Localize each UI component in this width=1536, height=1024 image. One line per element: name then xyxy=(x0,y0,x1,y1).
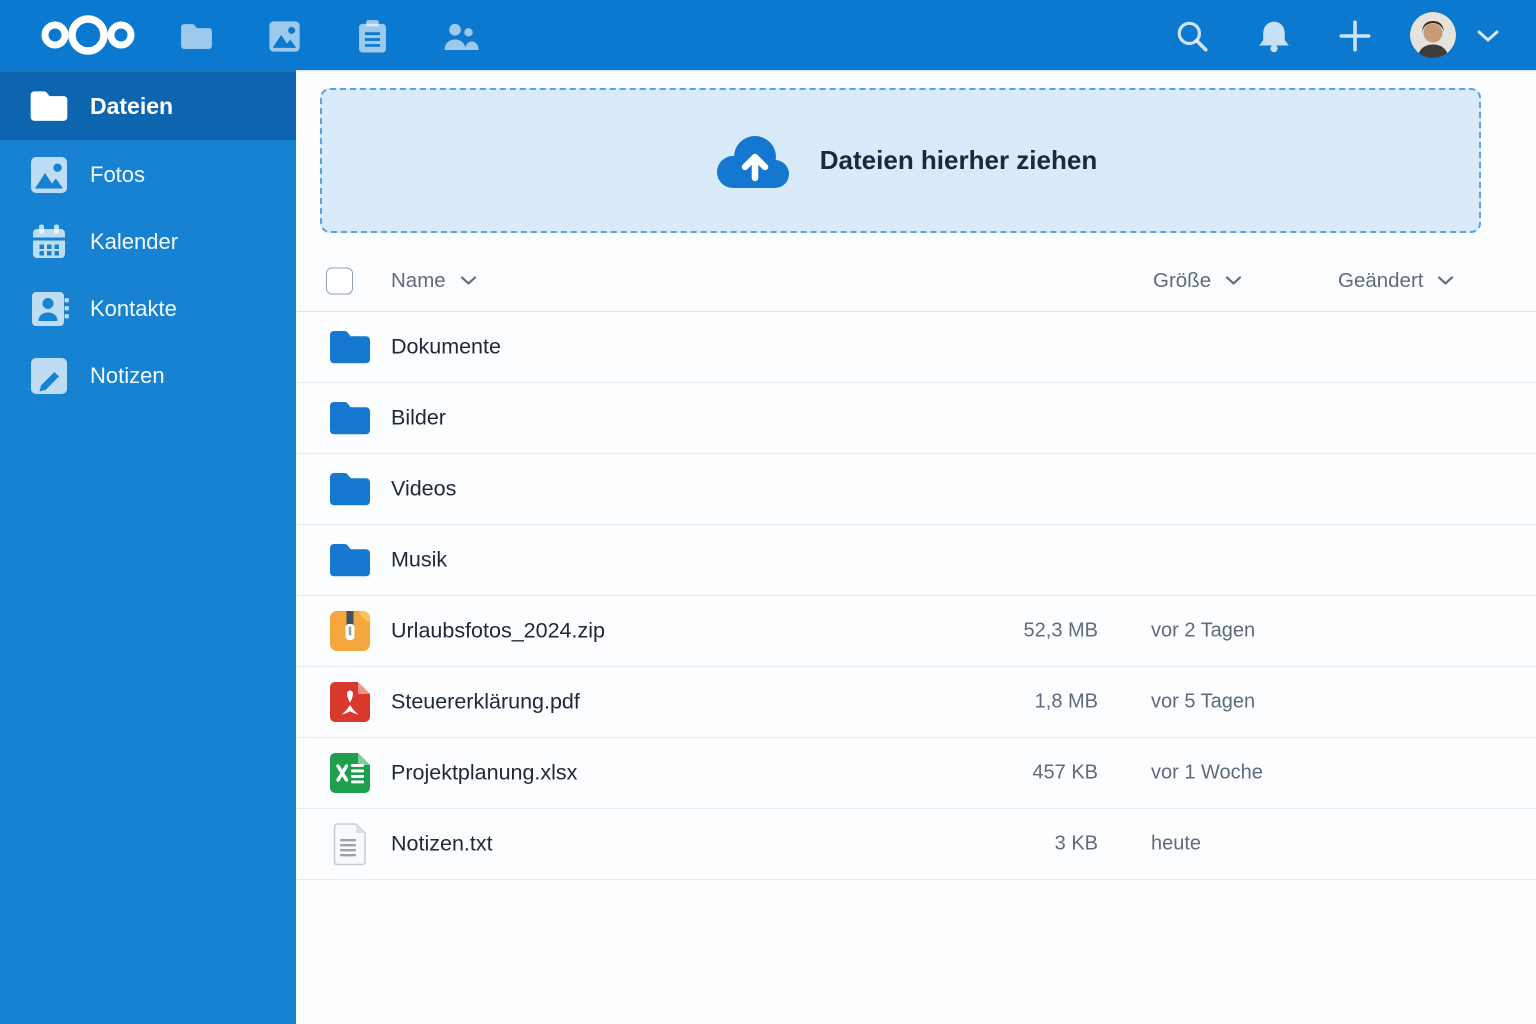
sidebar-item-label: Kontakte xyxy=(90,295,177,321)
xlsx-icon xyxy=(326,749,374,797)
plus-icon xyxy=(1339,20,1371,52)
table-row[interactable]: Dokumente xyxy=(296,312,1536,383)
file-name: Dokumente xyxy=(391,334,501,359)
avatar[interactable] xyxy=(1410,12,1456,58)
contact-book-icon xyxy=(27,287,71,331)
file-name: Projektplanung.xlsx xyxy=(391,760,578,785)
photos-icon xyxy=(268,20,300,52)
column-label: Name xyxy=(391,268,446,292)
app-button-photos[interactable] xyxy=(264,16,304,56)
sidebar: Dateien Fotos Kalender Kontakte Notizen xyxy=(0,70,296,1024)
file-size: 52,3 MB xyxy=(1023,619,1098,642)
folder-icon xyxy=(27,84,71,128)
search-icon xyxy=(1177,21,1208,52)
column-header-modified[interactable]: Geändert xyxy=(1338,269,1454,293)
photos-icon xyxy=(27,153,71,197)
table-row[interactable]: Musik xyxy=(296,525,1536,596)
sidebar-item-label: Notizen xyxy=(90,362,165,388)
folder-icon xyxy=(326,536,374,584)
file-name: Notizen.txt xyxy=(391,831,493,856)
sidebar-item-notizen[interactable]: Notizen xyxy=(0,342,296,409)
txt-icon xyxy=(326,820,374,868)
avatar-menu-chevron-icon[interactable] xyxy=(1476,28,1500,44)
file-list-panel: Dateien hierher ziehen Name Größe Geände… xyxy=(296,70,1536,1024)
folder-icon xyxy=(180,23,212,49)
file-size: 1,8 MB xyxy=(1034,690,1098,713)
file-name: Urlaubsfotos_2024.zip xyxy=(391,618,605,643)
cloud-upload-icon xyxy=(716,135,789,188)
folder-icon xyxy=(326,465,374,513)
clipboard-icon xyxy=(358,19,386,52)
file-name: Musik xyxy=(391,547,448,572)
table-row[interactable]: Videos xyxy=(296,454,1536,525)
zip-icon xyxy=(326,607,374,655)
column-header-size[interactable]: Größe xyxy=(1153,269,1242,293)
dropzone-label: Dateien hierher ziehen xyxy=(819,145,1098,175)
sidebar-item-dateien[interactable]: Dateien xyxy=(0,72,296,140)
file-name: Bilder xyxy=(391,405,446,430)
column-label: Größe xyxy=(1153,268,1212,292)
chevron-down-icon xyxy=(460,276,476,285)
chevron-down-icon xyxy=(1438,276,1454,285)
file-modified: vor 2 Tagen xyxy=(1151,619,1256,642)
file-modified: vor 5 Tagen xyxy=(1151,690,1256,713)
sidebar-item-kalender[interactable]: Kalender xyxy=(0,208,296,275)
column-header-name[interactable]: Name xyxy=(391,269,477,293)
table-row[interactable]: Steuererklärung.pdf 1,8 MB vor 5 Tagen xyxy=(296,667,1536,738)
table-header: Name Größe Geändert xyxy=(296,250,1536,312)
file-list: Dokumente Bilder Videos Musik Urlaubsfot xyxy=(296,312,1536,880)
calendar-icon xyxy=(27,220,71,264)
notifications-button[interactable] xyxy=(1256,18,1292,54)
users-icon xyxy=(444,23,479,50)
select-all-checkbox[interactable] xyxy=(326,267,353,294)
search-button[interactable] xyxy=(1174,18,1210,54)
table-row[interactable]: Projektplanung.xlsx 457 KB vor 1 Woche xyxy=(296,738,1536,809)
file-size: 457 KB xyxy=(1032,761,1098,784)
pdf-icon xyxy=(326,678,374,726)
table-row[interactable]: Urlaubsfotos_2024.zip 52,3 MB vor 2 Tage… xyxy=(296,596,1536,667)
sidebar-item-label: Kalender xyxy=(90,228,179,254)
file-size: 3 KB xyxy=(1054,832,1098,855)
app-button-tasks[interactable] xyxy=(352,16,392,56)
column-label: Geändert xyxy=(1338,268,1424,292)
file-name: Steuererklärung.pdf xyxy=(391,689,580,714)
table-row[interactable]: Notizen.txt 3 KB heute xyxy=(296,809,1536,880)
sidebar-item-label: Fotos xyxy=(90,161,146,187)
sidebar-item-kontakte[interactable]: Kontakte xyxy=(0,275,296,342)
chevron-down-icon xyxy=(1226,276,1242,285)
top-navigation-bar xyxy=(0,0,1536,70)
bell-icon xyxy=(1259,21,1289,53)
upload-dropzone[interactable]: Dateien hierher ziehen xyxy=(320,88,1481,233)
folder-icon xyxy=(326,323,374,371)
app-button-files[interactable] xyxy=(176,16,216,56)
nextcloud-logo-icon[interactable] xyxy=(38,11,138,59)
file-modified: vor 1 Woche xyxy=(1151,761,1263,784)
sidebar-item-fotos[interactable]: Fotos xyxy=(0,141,296,208)
file-modified: heute xyxy=(1151,832,1202,855)
table-row[interactable]: Bilder xyxy=(296,383,1536,454)
sidebar-item-label: Dateien xyxy=(90,92,174,119)
app-button-contacts[interactable] xyxy=(440,16,480,56)
folder-icon xyxy=(326,394,374,442)
add-button[interactable] xyxy=(1337,18,1373,54)
pencil-note-icon xyxy=(27,354,71,398)
file-name: Videos xyxy=(391,476,457,501)
